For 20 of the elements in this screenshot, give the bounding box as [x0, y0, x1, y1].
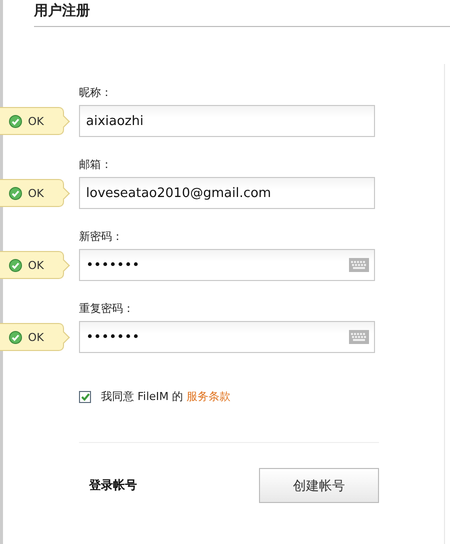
input-field[interactable]: loveseatao2010@gmail.com — [79, 177, 375, 209]
input-field[interactable]: aixiaozhi — [79, 105, 375, 137]
create-account-button[interactable]: 创建帐号 — [259, 468, 379, 503]
check-icon — [80, 392, 90, 400]
field-label: 新密码： — [79, 229, 124, 245]
page-title: 用户注册 — [34, 3, 90, 21]
check-icon — [9, 330, 22, 344]
keyboard-icon[interactable] — [349, 330, 369, 344]
check-icon — [9, 114, 22, 128]
password-field[interactable]: ••••••• — [79, 321, 375, 353]
check-icon — [9, 258, 22, 272]
field-label: 重复密码： — [79, 301, 135, 317]
checkbox[interactable] — [79, 390, 91, 402]
password-field[interactable]: ••••••• — [79, 249, 375, 281]
check-icon — [9, 186, 22, 200]
keyboard-icon[interactable] — [349, 258, 369, 272]
field-label: 昵称： — [79, 85, 113, 101]
field-label: 邮箱： — [79, 157, 113, 173]
login-link[interactable]: 登录帐号 — [89, 477, 259, 494]
agreement-text: 我同意 FileIM 的 服务条款 — [101, 389, 231, 404]
